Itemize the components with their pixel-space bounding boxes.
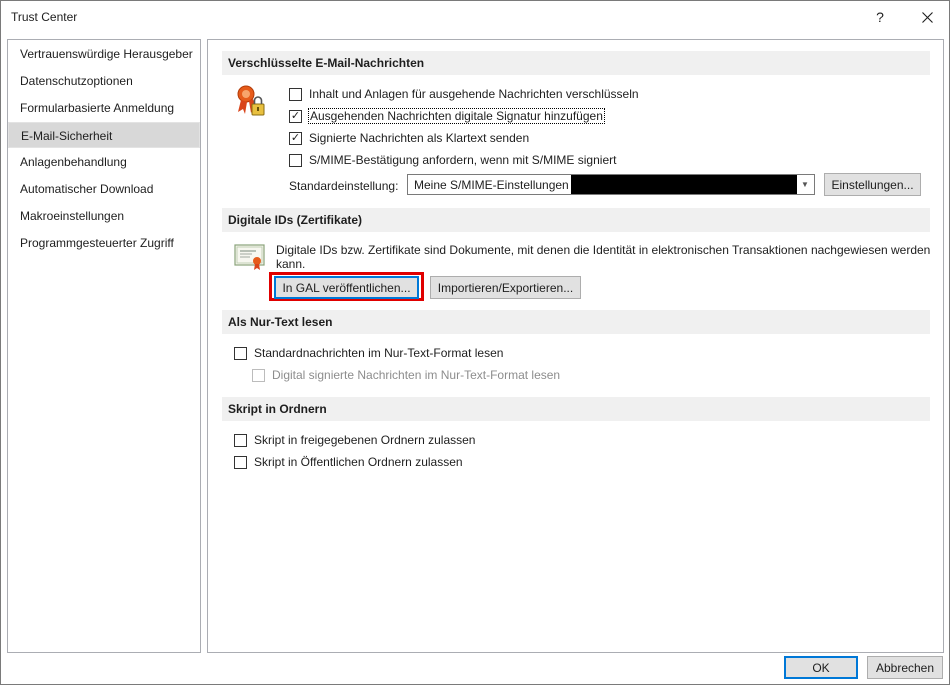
checkbox[interactable]: ✓ — [289, 109, 302, 123]
nav-item-makroeinstellungen[interactable]: Makroeinstellungen — [8, 203, 200, 229]
default-setting-label: Standardeinstellung: — [289, 179, 399, 193]
section-header-digital-ids: Digitale IDs (Zertifikate) — [222, 208, 930, 232]
option-script-public-folders[interactable]: Skript in Öffentlichen Ordnern zulassen — [234, 453, 463, 471]
nav-item-anlagenbehandlung[interactable]: Anlagenbehandlung — [8, 149, 200, 175]
nav-item-automatischer-download[interactable]: Automatischer Download — [8, 176, 200, 202]
checkbox[interactable]: ✓ — [289, 131, 302, 145]
option-encrypt-content[interactable]: Inhalt und Anlagen für ausgehende Nachri… — [289, 85, 639, 103]
certificate-icon — [234, 244, 265, 270]
nav-item-vertrauenswuerdige-herausgeber[interactable]: Vertrauenswürdige Herausgeber — [8, 41, 200, 67]
help-button[interactable]: ? — [859, 1, 901, 33]
checkbox[interactable] — [234, 433, 247, 447]
nav-item-email-sicherheit[interactable]: E-Mail-Sicherheit — [8, 122, 200, 148]
checkbox[interactable] — [289, 87, 302, 101]
checkbox[interactable] — [234, 455, 247, 469]
check-icon: ✓ — [290, 131, 301, 144]
nav-item-datenschutzoptionen[interactable]: Datenschutzoptionen — [8, 68, 200, 94]
ok-button[interactable]: OK — [784, 656, 858, 679]
checkbox[interactable] — [289, 153, 302, 167]
window-title: Trust Center — [11, 10, 78, 24]
option-script-shared-folders[interactable]: Skript in freigegebenen Ordnern zulassen — [234, 431, 475, 449]
close-icon — [921, 11, 933, 23]
security-ribbon-lock-icon — [237, 85, 265, 116]
checkbox[interactable] — [234, 346, 247, 360]
help-icon: ? — [876, 9, 884, 25]
settings-button[interactable]: Einstellungen... — [824, 173, 921, 196]
nav-item-programmgesteuerter-zugriff[interactable]: Programmgesteuerter Zugriff — [8, 230, 200, 256]
trust-center-dialog: Trust Center ? Vertrauenswürdige Herausg… — [0, 0, 950, 685]
check-icon: ✓ — [290, 109, 301, 122]
default-setting-dropdown[interactable]: Meine S/MIME-Einstellungen ▼ — [407, 174, 815, 195]
close-button[interactable] — [906, 1, 948, 33]
section-header-plain-text: Als Nur-Text lesen — [222, 310, 930, 334]
option-add-digital-signature[interactable]: ✓ Ausgehenden Nachrichten digitale Signa… — [289, 107, 605, 125]
chevron-down-icon: ▼ — [801, 180, 809, 189]
redacted-area — [571, 175, 797, 194]
section-header-folder-script: Skript in Ordnern — [222, 397, 930, 421]
cancel-button[interactable]: Abbrechen — [867, 656, 943, 679]
checkbox — [252, 368, 265, 382]
title-bar: Trust Center ? — [1, 1, 949, 33]
nav-item-formularbasierte-anmeldung[interactable]: Formularbasierte Anmeldung — [8, 95, 200, 121]
option-read-as-plain-text[interactable]: Standardnachrichten im Nur-Text-Format l… — [234, 344, 503, 362]
settings-panel: Verschlüsselte E-Mail-Nachrichten Inhalt… — [207, 39, 944, 653]
category-list: Vertrauenswürdige Herausgeber Datenschut… — [7, 39, 201, 653]
section-header-encrypted-email: Verschlüsselte E-Mail-Nachrichten — [222, 51, 930, 75]
publish-to-gal-button[interactable]: In GAL veröffentlichen... — [274, 276, 419, 299]
import-export-button[interactable]: Importieren/Exportieren... — [430, 276, 581, 299]
option-read-signed-as-plain-text: Digital signierte Nachrichten im Nur-Tex… — [252, 366, 560, 384]
digital-ids-description: Digitale IDs bzw. Zertifikate sind Dokum… — [276, 243, 931, 271]
option-request-smime-receipt[interactable]: S/MIME-Bestätigung anfordern, wenn mit S… — [289, 151, 616, 169]
option-send-cleartext-signed[interactable]: ✓ Signierte Nachrichten als Klartext sen… — [289, 129, 529, 147]
